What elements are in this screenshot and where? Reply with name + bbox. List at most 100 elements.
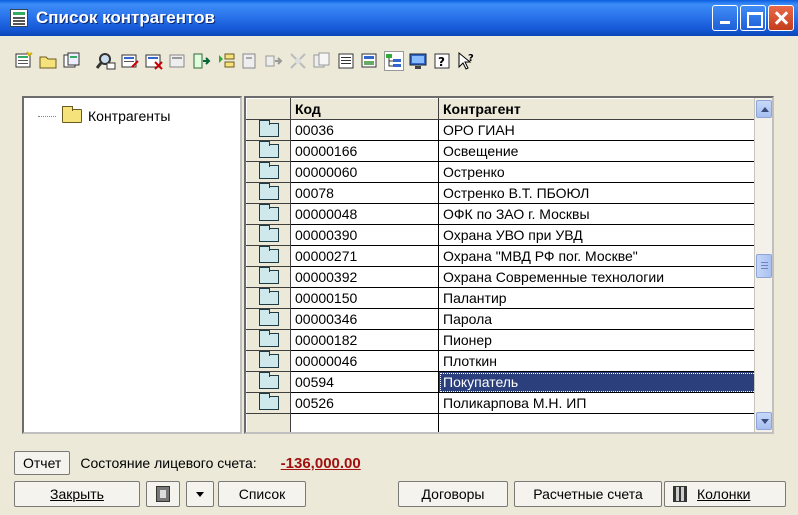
chevron-down-icon (196, 491, 204, 497)
table-row[interactable]: 00000271 Охрана "МВД РФ пог. Москве" (246, 245, 767, 267)
filter-icon[interactable] (288, 51, 308, 71)
cell-code[interactable]: 00000182 (290, 329, 439, 351)
cell-code[interactable]: 00000392 (290, 266, 439, 288)
cell-code[interactable]: 00000060 (290, 161, 439, 183)
cell-code[interactable] (290, 413, 439, 432)
table-row[interactable] (246, 413, 767, 432)
tree-item-root[interactable]: Контрагенты (38, 106, 171, 124)
columns-button[interactable]: Колонки (664, 481, 786, 507)
cell-contractor-name[interactable]: Поликарпова М.Н. ИП (438, 392, 767, 414)
cell-contractor-name[interactable] (438, 413, 767, 432)
hierarchy-icon[interactable] (216, 51, 236, 71)
action-menu-button[interactable] (146, 481, 180, 507)
maximize-button[interactable] (740, 5, 766, 31)
vertical-scrollbar[interactable] (754, 98, 772, 432)
delete-icon[interactable] (144, 51, 164, 71)
cell-contractor-name[interactable]: ОФК по ЗАО г. Москвы (438, 203, 767, 225)
minimize-button[interactable] (712, 5, 738, 31)
copy-doc-icon[interactable] (312, 51, 332, 71)
cell-contractor-name[interactable]: ОРО ГИАН (438, 119, 767, 141)
tree-item-label: Контрагенты (88, 108, 171, 124)
tree-connector (38, 115, 56, 117)
cell-contractor-name[interactable]: Освещение (438, 140, 767, 162)
account-state-label: Состояние лицевого счета: (80, 455, 257, 471)
cell-contractor-name[interactable]: Пионер (438, 329, 767, 351)
table-row[interactable]: 00594 Покупатель (246, 371, 767, 393)
column-header-code[interactable]: Код (290, 98, 439, 120)
status-row: Отчет Состояние лицевого счета: -136,000… (14, 451, 361, 475)
cell-code[interactable]: 00000271 (290, 245, 439, 267)
table-row[interactable]: 00000390 Охрана УВО при УВД (246, 224, 767, 246)
table-row[interactable]: 00526 Поликарпова М.Н. ИП (246, 392, 767, 414)
table-row[interactable]: 00000392 Охрана Современные технологии (246, 266, 767, 288)
header-icon-column (246, 98, 291, 120)
bank-accounts-button[interactable]: Расчетные счета (514, 481, 662, 507)
row-icon-cell (246, 182, 291, 204)
new-folder-icon[interactable] (38, 51, 58, 71)
list-button[interactable]: Список (218, 481, 306, 507)
print-icon[interactable] (240, 51, 260, 71)
table-row[interactable]: 00000046 Плоткин (246, 350, 767, 372)
cell-code[interactable]: 00000150 (290, 287, 439, 309)
cell-code[interactable]: 00526 (290, 392, 439, 414)
cell-contractor-name[interactable]: Покупатель (438, 371, 767, 393)
table-row[interactable]: 00000150 Палантир (246, 287, 767, 309)
folder-icon (258, 183, 279, 200)
copy-icon[interactable] (62, 51, 82, 71)
row-icon-cell (246, 287, 291, 309)
folder-icon (258, 330, 279, 347)
table-row[interactable]: 00036 ОРО ГИАН (246, 119, 767, 141)
next-icon[interactable] (264, 51, 284, 71)
title-bar[interactable]: Список контрагентов (0, 0, 798, 36)
cell-code[interactable]: 00000166 (290, 140, 439, 162)
cell-code[interactable]: 00036 (290, 119, 439, 141)
report-button[interactable]: Отчет (14, 451, 71, 475)
properties-icon[interactable] (336, 51, 356, 71)
cell-code[interactable]: 00000048 (290, 203, 439, 225)
new-item-icon[interactable] (14, 51, 34, 71)
cell-contractor-name[interactable]: Парола (438, 308, 767, 330)
contractor-grid[interactable]: Код Контрагент 00036 ОРО ГИАН 00000166 Осве… (244, 96, 774, 434)
journal-icon[interactable] (360, 51, 380, 71)
table-row[interactable]: 00000048 ОФК по ЗАО г. Москвы (246, 203, 767, 225)
contracts-button[interactable]: Договоры (398, 481, 508, 507)
cell-contractor-name[interactable]: Охрана Современные технологии (438, 266, 767, 288)
account-state-value[interactable]: -136,000.00 (281, 455, 361, 472)
cell-code[interactable]: 00078 (290, 182, 439, 204)
tree-view-icon[interactable] (384, 51, 404, 71)
cell-code[interactable]: 00594 (290, 371, 439, 393)
cell-contractor-name[interactable]: Охрана УВО при УВД (438, 224, 767, 246)
folder-icon (258, 267, 279, 284)
table-row[interactable]: 00000182 Пионер (246, 329, 767, 351)
cell-code[interactable]: 00000390 (290, 224, 439, 246)
close-button[interactable]: Закрыть (14, 481, 140, 507)
cell-contractor-name[interactable]: Палантир (438, 287, 767, 309)
scroll-thumb[interactable] (756, 254, 772, 278)
table-row[interactable]: 00000346 Парола (246, 308, 767, 330)
folder-icon (258, 120, 279, 137)
column-header-name[interactable]: Контрагент (438, 98, 767, 120)
cell-contractor-name[interactable]: Остренко (438, 161, 767, 183)
cell-contractor-name[interactable]: Охрана "МВД РФ пог. Москве" (438, 245, 767, 267)
move-icon[interactable] (192, 51, 212, 71)
table-row[interactable]: 00000060 Остренко (246, 161, 767, 183)
list-dropdown-button[interactable] (186, 481, 214, 507)
whats-this-icon[interactable]: ? (456, 51, 476, 71)
mark-delete-icon[interactable] (168, 51, 188, 71)
scroll-up-button[interactable] (756, 100, 772, 118)
cell-code[interactable]: 00000046 (290, 350, 439, 372)
table-row[interactable]: 00000166 Освещение (246, 140, 767, 162)
row-icon-cell (246, 371, 291, 393)
cell-contractor-name[interactable]: Плоткин (438, 350, 767, 372)
display-icon[interactable] (408, 51, 428, 71)
close-window-button[interactable] (768, 5, 794, 31)
bottom-button-bar: Закрыть Список Договоры Расчетные счета … (0, 481, 798, 509)
table-row[interactable]: 00078 Остренко В.Т. ПБОЮЛ (246, 182, 767, 204)
edit-icon[interactable] (120, 51, 140, 71)
scroll-down-button[interactable] (756, 412, 772, 430)
find-icon[interactable] (95, 51, 116, 71)
contractor-tree[interactable]: Контрагенты (22, 96, 242, 434)
cell-contractor-name[interactable]: Остренко В.Т. ПБОЮЛ (438, 182, 767, 204)
cell-code[interactable]: 00000346 (290, 308, 439, 330)
help-icon[interactable]: ? (432, 51, 452, 71)
